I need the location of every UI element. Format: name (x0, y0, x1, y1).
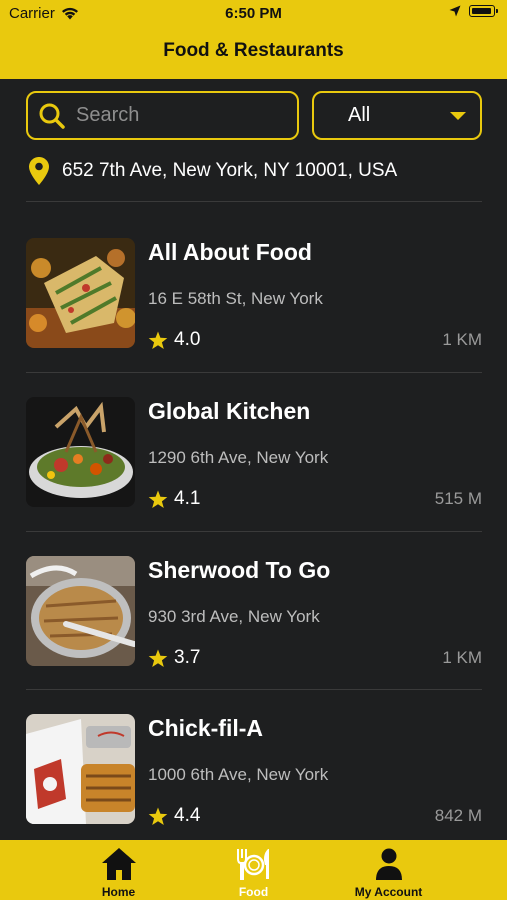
divider (26, 372, 482, 373)
chevron-down-icon (450, 112, 466, 120)
location-arrow-icon (449, 5, 461, 17)
restaurant-name: Chick-fil-A (148, 715, 263, 741)
star-icon (148, 331, 168, 349)
star-icon (148, 649, 168, 667)
search-field[interactable]: Search (26, 91, 299, 140)
tab-label: Home (101, 885, 136, 899)
restaurant-rating: 4.1 (148, 488, 200, 510)
tab-my-account[interactable]: My Account (304, 840, 473, 900)
rating-value: 4.1 (174, 488, 201, 509)
divider (26, 201, 482, 202)
restaurant-rating: 4.0 (148, 329, 200, 351)
restaurant-name: All About Food (148, 239, 312, 265)
restaurant-image (26, 714, 135, 824)
clock: 6:50 PM (225, 5, 282, 22)
restaurant-distance: 1 KM (442, 330, 482, 349)
tab-label: Food (238, 885, 269, 899)
search-icon (39, 103, 65, 129)
restaurant-rating: 3.7 (148, 647, 200, 669)
star-icon (148, 490, 168, 508)
header-bar: Carrier 6:50 PM Food & Restaurants (0, 0, 507, 79)
restaurant-distance: 515 M (434, 489, 482, 508)
restaurant-card[interactable]: Chick-fil-A 1000 6th Ave, New York 4.4 8… (26, 714, 482, 827)
tab-bar: Home Food My Account (0, 840, 507, 900)
home-icon (101, 848, 136, 880)
location-address: 652 7th Ave, New York, NY 10001, USA (62, 160, 398, 181)
account-icon (375, 848, 402, 880)
restaurant-card[interactable]: Sherwood To Go 930 3rd Ave, New York 3.7… (26, 556, 482, 669)
location-pin-icon (29, 157, 49, 185)
restaurant-card[interactable]: Global Kitchen 1290 6th Ave, New York 4.… (26, 397, 482, 510)
divider (26, 689, 482, 690)
restaurant-image (26, 397, 135, 507)
restaurant-address: 1000 6th Ave, New York (148, 765, 329, 784)
tab-label: My Account (354, 885, 423, 899)
rating-value: 4.4 (174, 805, 201, 826)
search-input[interactable]: Search (76, 104, 139, 127)
rating-value: 4.0 (174, 329, 201, 350)
page-title: Food & Restaurants (163, 40, 344, 61)
food-icon (236, 849, 269, 880)
restaurant-image (26, 238, 135, 348)
category-dropdown[interactable]: All (312, 91, 482, 140)
battery-icon (469, 5, 498, 17)
restaurant-image (26, 556, 135, 666)
rating-value: 3.7 (174, 647, 201, 668)
divider (26, 531, 482, 532)
restaurant-address: 930 3rd Ave, New York (148, 607, 320, 626)
restaurant-name: Global Kitchen (148, 398, 311, 424)
restaurant-address: 1290 6th Ave, New York (148, 448, 329, 467)
category-selected: All (348, 104, 371, 126)
restaurant-distance: 1 KM (442, 648, 482, 667)
star-icon (148, 807, 168, 825)
system-icons (449, 5, 498, 17)
restaurant-card[interactable]: All About Food 16 E 58th St, New York 4.… (26, 238, 482, 351)
current-location[interactable]: 652 7th Ave, New York, NY 10001, USA (28, 156, 397, 186)
restaurant-name: Sherwood To Go (148, 557, 331, 583)
restaurant-distance: 842 M (434, 806, 482, 825)
restaurant-rating: 4.4 (148, 805, 200, 827)
status-bar: Carrier 6:50 PM (0, 0, 507, 28)
restaurant-address: 16 E 58th St, New York (148, 289, 323, 308)
